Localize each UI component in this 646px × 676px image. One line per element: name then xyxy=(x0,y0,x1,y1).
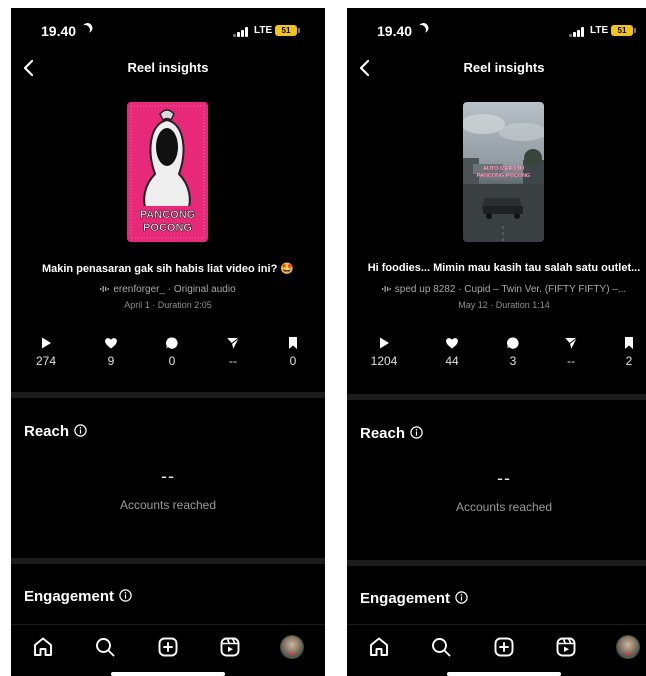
audio-label: sped up 8282 · Cupid – Twin Ver. (FIFTY … xyxy=(394,284,627,295)
search-icon[interactable] xyxy=(93,635,117,659)
audio-label: erenforger_ · Original audio xyxy=(113,284,236,295)
thumbnail-text-1: AUTO MEROTU xyxy=(483,166,524,172)
network-label: LTE xyxy=(254,25,273,36)
stat-likes: 44 xyxy=(427,336,477,368)
status-bar: 19.40 LTE 51 xyxy=(347,8,646,52)
comment-icon xyxy=(506,337,519,349)
stat-plays: 274 xyxy=(21,336,71,368)
reach-value: -- xyxy=(497,468,511,488)
info-icon[interactable] xyxy=(74,424,87,437)
battery-icon: 51 xyxy=(611,25,636,36)
bottom-nav xyxy=(11,624,325,676)
reels-icon[interactable] xyxy=(218,635,242,659)
notification-dot xyxy=(626,652,629,655)
audio-wave-icon xyxy=(100,286,110,292)
home-icon[interactable] xyxy=(367,635,391,659)
bookmark-icon xyxy=(625,337,633,349)
thumbnail-text-1: PANCONG xyxy=(140,209,195,221)
stat-saves: 2 xyxy=(604,336,646,368)
comments-value: 0 xyxy=(168,354,176,368)
engagement-section-title: Engagement xyxy=(360,590,468,607)
header: Reel insights xyxy=(347,54,646,84)
stats-row: 1204 44 3 -- 2 xyxy=(347,336,646,376)
info-icon[interactable] xyxy=(455,591,468,604)
reels-icon[interactable] xyxy=(554,635,578,659)
heart-icon xyxy=(105,338,117,349)
plays-value: 274 xyxy=(35,354,57,368)
comment-icon xyxy=(165,337,178,349)
play-icon xyxy=(42,337,51,349)
profile-avatar[interactable] xyxy=(616,635,640,659)
stat-comments: 0 xyxy=(147,336,197,368)
reach-label: Accounts reached xyxy=(119,498,217,512)
comments-value: 3 xyxy=(509,354,517,368)
plays-value: 1204 xyxy=(370,354,398,368)
stat-likes: 9 xyxy=(86,336,136,368)
stat-shares: -- xyxy=(208,336,258,368)
home-indicator xyxy=(447,672,561,676)
create-icon[interactable] xyxy=(156,635,180,659)
moon-icon xyxy=(415,24,428,37)
reel-thumbnail[interactable]: PANCONG POCONG xyxy=(127,102,208,242)
signal-icon xyxy=(233,27,249,37)
reel-audio[interactable]: sped up 8282 · Cupid – Twin Ver. (FIFTY … xyxy=(347,284,646,295)
status-bar: 19.40 LTE 51 xyxy=(11,8,325,52)
engagement-section-title: Engagement xyxy=(24,588,132,605)
battery-icon: 51 xyxy=(275,25,300,36)
reel-caption: Hi foodies... Mimin mau kasih tau salah … xyxy=(367,262,641,274)
home-indicator xyxy=(111,672,225,676)
reel-caption: Makin penasaran gak sih habis liat video… xyxy=(41,263,295,275)
status-time: 19.40 xyxy=(41,23,90,39)
reach-section-title: Reach xyxy=(24,423,87,440)
notification-dot xyxy=(290,652,293,655)
profile-avatar[interactable] xyxy=(280,635,304,659)
network-label: LTE xyxy=(590,25,609,36)
saves-value: 0 xyxy=(289,354,297,368)
stat-saves: 0 xyxy=(268,336,318,368)
header: Reel insights xyxy=(11,54,325,84)
reach-value: -- xyxy=(161,466,175,486)
moon-icon xyxy=(79,24,92,37)
saves-value: 2 xyxy=(625,354,633,368)
shares-value: -- xyxy=(567,354,575,368)
audio-wave-icon xyxy=(381,286,391,292)
reel-thumbnail[interactable]: AUTO MEROTU PANCONG POCONG xyxy=(463,102,544,242)
page-title: Reel insights xyxy=(127,60,209,75)
create-icon[interactable] xyxy=(492,635,516,659)
reach-label: Accounts reached xyxy=(455,500,553,514)
share-icon xyxy=(227,337,240,349)
shares-value: -- xyxy=(229,354,237,368)
stats-row: 274 9 0 -- 0 xyxy=(11,336,325,376)
stat-shares: -- xyxy=(546,336,596,368)
play-icon xyxy=(380,337,389,349)
reach-section-title: Reach xyxy=(360,425,423,442)
info-icon[interactable] xyxy=(410,426,423,439)
bookmark-icon xyxy=(289,337,297,349)
status-time: 19.40 xyxy=(377,23,426,39)
section-divider xyxy=(347,394,646,400)
likes-value: 9 xyxy=(107,354,115,368)
signal-icon xyxy=(569,27,585,37)
likes-value: 44 xyxy=(445,354,459,368)
reel-meta: April 1 · Duration 2:05 xyxy=(124,300,212,310)
section-divider xyxy=(11,392,325,398)
phone-screen-left: 19.40 LTE 51 Reel insights PANCONG POCON… xyxy=(11,8,325,676)
page-title: Reel insights xyxy=(463,60,545,75)
share-icon xyxy=(565,337,578,349)
stat-comments: 3 xyxy=(488,336,538,368)
bottom-nav xyxy=(347,624,646,676)
reel-meta: May 12 · Duration 1:14 xyxy=(458,300,550,310)
info-icon[interactable] xyxy=(119,589,132,602)
stat-plays: 1204 xyxy=(359,336,409,368)
phone-screen-right: 19.40 LTE 51 Reel insights AUTO MEROTU P… xyxy=(347,8,646,676)
thumbnail-text-2: POCONG xyxy=(143,222,192,234)
reel-audio[interactable]: erenforger_ · Original audio xyxy=(11,284,325,295)
search-icon[interactable] xyxy=(429,635,453,659)
thumbnail-text-2: PANCONG POCONG xyxy=(477,173,531,179)
section-divider xyxy=(347,560,646,566)
section-divider xyxy=(11,558,325,564)
heart-icon xyxy=(446,338,458,349)
home-icon[interactable] xyxy=(31,635,55,659)
